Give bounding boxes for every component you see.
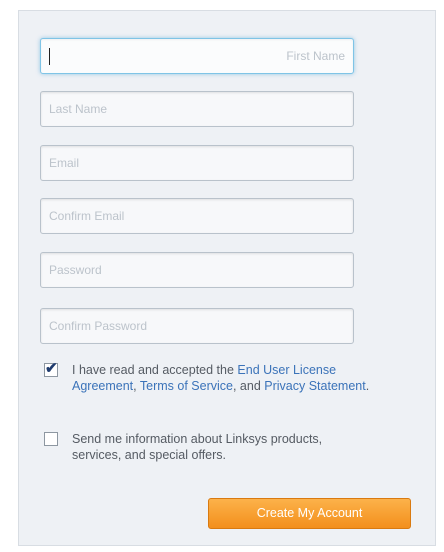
password-field[interactable] bbox=[40, 252, 354, 288]
agreement-text-before: I have read and accepted the bbox=[72, 363, 238, 377]
first-name-input[interactable] bbox=[41, 39, 353, 73]
privacy-statement-link[interactable]: Privacy Statement bbox=[264, 379, 365, 393]
newsletter-checkbox[interactable] bbox=[44, 432, 58, 446]
last-name-field[interactable] bbox=[40, 91, 354, 127]
checkmark-icon: ✔ bbox=[45, 360, 58, 377]
first-name-field[interactable] bbox=[40, 38, 354, 74]
newsletter-text: Send me information about Linksys produc… bbox=[72, 432, 323, 462]
agreement-separator-1: , bbox=[133, 379, 140, 393]
signup-panel: ✔ I have read and accepted the End User … bbox=[18, 10, 436, 546]
confirm-email-field[interactable] bbox=[40, 198, 354, 234]
agreement-row: ✔ I have read and accepted the End User … bbox=[44, 360, 372, 414]
agreement-separator-2: , and bbox=[232, 379, 265, 393]
agreement-checkbox[interactable]: ✔ bbox=[44, 360, 58, 377]
newsletter-row: Send me information about Linksys produc… bbox=[44, 431, 369, 467]
create-account-button[interactable]: Create My Account bbox=[208, 498, 411, 529]
agreement-text-after: . bbox=[365, 379, 370, 393]
confirm-email-input[interactable] bbox=[41, 199, 353, 233]
confirm-password-field[interactable] bbox=[40, 308, 354, 344]
last-name-input[interactable] bbox=[41, 92, 353, 126]
confirm-password-input[interactable] bbox=[41, 309, 353, 343]
email-input[interactable] bbox=[41, 146, 353, 180]
email-field[interactable] bbox=[40, 145, 354, 181]
terms-of-service-link[interactable]: Terms of Service bbox=[140, 379, 233, 393]
agreement-text: I have read and accepted the End User Li… bbox=[72, 362, 372, 394]
password-input[interactable] bbox=[41, 253, 353, 287]
text-caret bbox=[49, 48, 50, 65]
